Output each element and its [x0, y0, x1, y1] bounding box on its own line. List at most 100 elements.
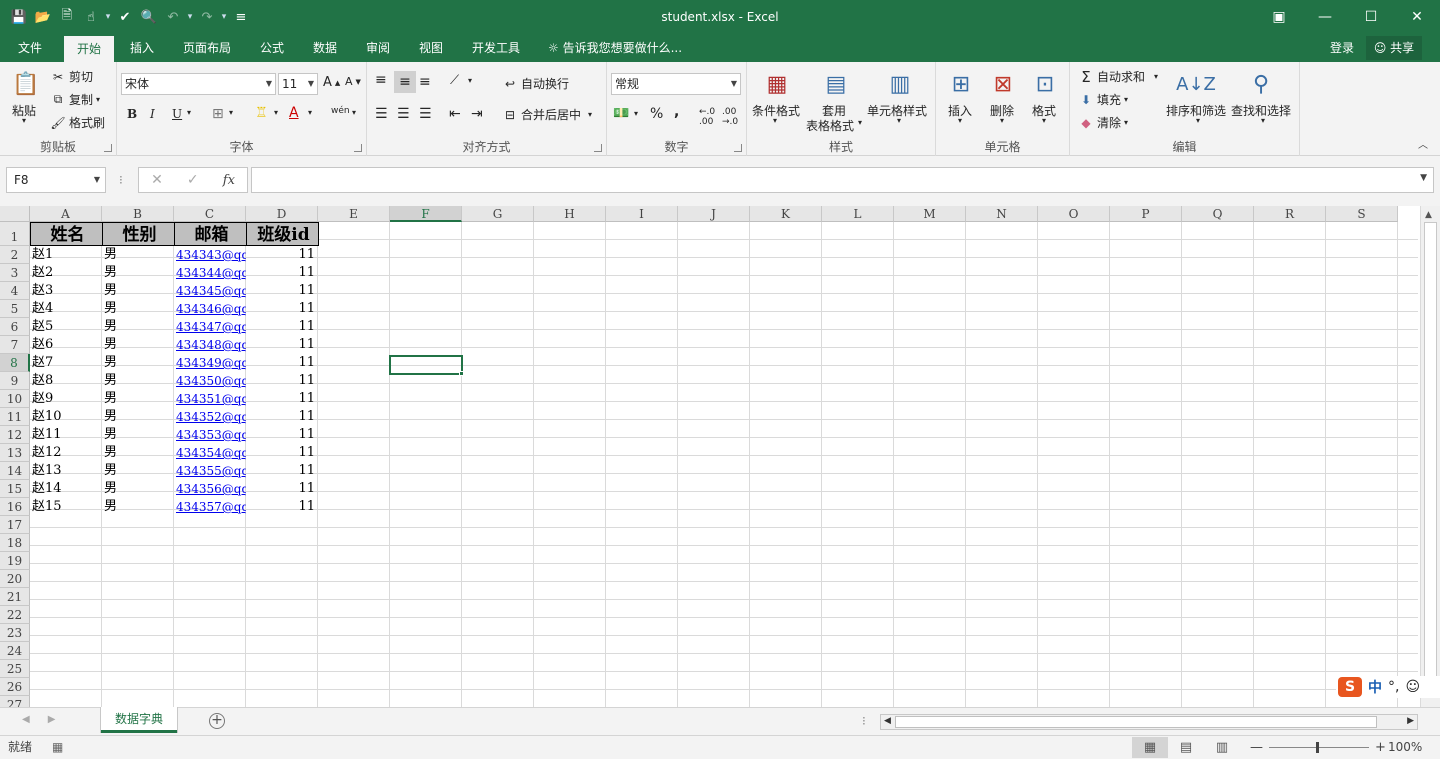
- currency-dropdown-icon[interactable]: ▾: [634, 109, 638, 118]
- row-header-26[interactable]: 26: [0, 678, 30, 696]
- cell-b12[interactable]: 男: [102, 426, 174, 444]
- row-header-22[interactable]: 22: [0, 606, 30, 624]
- merge-dropdown-icon[interactable]: ▾: [588, 110, 592, 119]
- page-break-view-icon[interactable]: ▥: [1204, 737, 1240, 758]
- cell-d16[interactable]: 11: [246, 498, 318, 516]
- clear-button[interactable]: ◆ 清除 ▾: [1078, 114, 1128, 131]
- share-button[interactable]: ☺ 共享: [1366, 36, 1422, 60]
- touch-mode-icon[interactable]: ☝: [80, 6, 102, 28]
- underline-button[interactable]: U: [172, 107, 182, 121]
- column-header-a[interactable]: A: [30, 206, 102, 222]
- cell-c16[interactable]: 434357@qq: [174, 498, 246, 516]
- cell-c2[interactable]: 434343@qq: [174, 246, 246, 264]
- column-header-g[interactable]: G: [462, 206, 534, 222]
- horizontal-scrollbar[interactable]: ◀ ▶: [880, 714, 1418, 730]
- horizontal-scroll-thumb[interactable]: [895, 716, 1377, 728]
- name-box[interactable]: F8 ▼: [6, 167, 106, 193]
- align-bottom-icon[interactable]: ≡: [419, 74, 431, 90]
- emoji-icon[interactable]: ☺: [1405, 679, 1420, 695]
- insert-dropdown-icon[interactable]: ▾: [958, 116, 962, 125]
- cell-d12[interactable]: 11: [246, 426, 318, 444]
- cell-a13[interactable]: 赵12: [30, 444, 102, 462]
- cell-c9[interactable]: 434350@qq: [174, 372, 246, 390]
- cell-c6[interactable]: 434347@qq: [174, 318, 246, 336]
- autosum-button[interactable]: Σ 自动求和 ▾: [1078, 68, 1158, 86]
- tab-developer[interactable]: 开发工具: [464, 34, 528, 62]
- page-layout-view-icon[interactable]: ▤: [1168, 737, 1204, 758]
- row-header-9[interactable]: 9: [0, 372, 30, 390]
- cell-a7[interactable]: 赵6: [30, 336, 102, 354]
- cell-a3[interactable]: 赵2: [30, 264, 102, 282]
- dropdown-arrow-icon[interactable]: ▾: [104, 12, 112, 22]
- sort-filter-icon[interactable]: A↓Z: [1176, 68, 1216, 100]
- copy-dropdown-icon[interactable]: ▾: [96, 95, 100, 104]
- tab-formulas[interactable]: 公式: [252, 34, 292, 62]
- cell-c11[interactable]: 434352@qq: [174, 408, 246, 426]
- cell-c8[interactable]: 434349@qq: [174, 354, 246, 372]
- fill-button[interactable]: ⬇ 填充 ▾: [1078, 91, 1128, 108]
- number-format-combo[interactable]: 常规 ▼: [611, 73, 741, 95]
- maximize-icon[interactable]: ☐: [1348, 0, 1394, 34]
- column-header-m[interactable]: M: [894, 206, 966, 222]
- cell-d4[interactable]: 11: [246, 282, 318, 300]
- cell-b6[interactable]: 男: [102, 318, 174, 336]
- format-table-line2[interactable]: 表格格式: [806, 117, 854, 134]
- cell-d8[interactable]: 11: [246, 354, 318, 372]
- row-header-1[interactable]: 1: [0, 222, 30, 246]
- currency-icon[interactable]: 💵: [613, 106, 629, 121]
- ime-mode[interactable]: 中: [1368, 677, 1382, 697]
- cell-d9[interactable]: 11: [246, 372, 318, 390]
- minimize-icon[interactable]: —: [1302, 0, 1348, 34]
- column-header-k[interactable]: K: [750, 206, 822, 222]
- tab-view[interactable]: 视图: [411, 34, 451, 62]
- undo-dropdown-icon[interactable]: ▾: [186, 12, 194, 22]
- orientation-dropdown-icon[interactable]: ▾: [468, 76, 472, 85]
- header-cell-d[interactable]: 班级id: [246, 222, 319, 246]
- cell-c12[interactable]: 434353@qq: [174, 426, 246, 444]
- number-launcher-icon[interactable]: .: [734, 144, 742, 152]
- row-header-21[interactable]: 21: [0, 588, 30, 606]
- row-header-4[interactable]: 4: [0, 282, 30, 300]
- cell-c4[interactable]: 434345@qq: [174, 282, 246, 300]
- cell-a9[interactable]: 赵8: [30, 372, 102, 390]
- paste-icon[interactable]: 📋: [10, 68, 42, 100]
- underline-dropdown-icon[interactable]: ▾: [187, 108, 191, 117]
- tab-split-handle-icon[interactable]: ⁝: [862, 714, 866, 728]
- worksheet-grid[interactable]: ABCDEFGHIJKLMNOPQRS 1 2 3 4 5 6 7 8 9 10 11 12 13 14 1…: [0, 206, 1440, 707]
- cell-d7[interactable]: 11: [246, 336, 318, 354]
- cell-a16[interactable]: 赵15: [30, 498, 102, 516]
- zoom-slider[interactable]: [1269, 741, 1369, 753]
- row-header-11[interactable]: 11: [0, 408, 30, 426]
- new-file-icon[interactable]: 🗎: [56, 6, 78, 28]
- sheet-tab-data-dictionary[interactable]: 数据字典: [101, 707, 177, 733]
- cell-b2[interactable]: 男: [102, 246, 174, 264]
- add-sheet-icon[interactable]: +: [209, 713, 225, 729]
- cell-c13[interactable]: 434354@qq: [174, 444, 246, 462]
- font-name-combo[interactable]: 宋体 ▼: [121, 73, 276, 95]
- row-header-25[interactable]: 25: [0, 660, 30, 678]
- ribbon-display-options-icon[interactable]: ▣: [1256, 0, 1302, 34]
- percent-button[interactable]: %: [650, 106, 663, 122]
- tab-data[interactable]: 数据: [305, 34, 345, 62]
- column-header-h[interactable]: H: [534, 206, 606, 222]
- cell-c14[interactable]: 434355@qq: [174, 462, 246, 480]
- select-all-corner[interactable]: [0, 206, 30, 222]
- row-header-23[interactable]: 23: [0, 624, 30, 642]
- close-icon[interactable]: ✕: [1394, 0, 1440, 34]
- cell-d10[interactable]: 11: [246, 390, 318, 408]
- cell-d13[interactable]: 11: [246, 444, 318, 462]
- enter-icon[interactable]: ✓: [187, 172, 199, 188]
- zoom-slider-thumb[interactable]: [1316, 741, 1319, 753]
- font-launcher-icon[interactable]: .: [354, 144, 362, 152]
- row-header-17[interactable]: 17: [0, 516, 30, 534]
- row-header-14[interactable]: 14: [0, 462, 30, 480]
- column-header-c[interactable]: C: [174, 206, 246, 222]
- tab-review[interactable]: 审阅: [358, 34, 398, 62]
- format-cells-icon[interactable]: ⊡: [1029, 68, 1061, 100]
- column-header-p[interactable]: P: [1110, 206, 1182, 222]
- cell-b8[interactable]: 男: [102, 354, 174, 372]
- scroll-left-icon[interactable]: ◀: [884, 716, 891, 726]
- formula-bar-resize-icon[interactable]: ⁝: [119, 173, 123, 187]
- normal-view-icon[interactable]: ▦: [1132, 737, 1168, 758]
- align-center-icon[interactable]: ☰: [397, 106, 410, 122]
